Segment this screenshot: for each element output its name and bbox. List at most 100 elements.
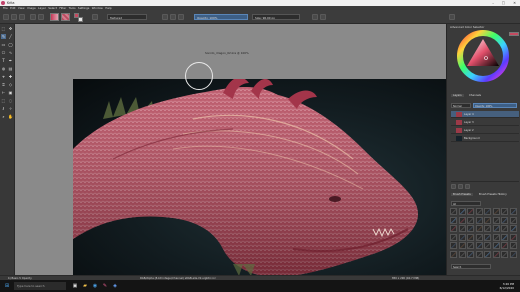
brush-preset-thumb[interactable] (467, 208, 474, 215)
brush-preset-thumb[interactable] (501, 251, 508, 258)
zoom-tool-icon[interactable]: ⌕ (1, 114, 6, 119)
maximize-button[interactable]: □ (502, 1, 505, 5)
ellipse-tool-icon[interactable]: ◯ (8, 42, 13, 47)
move-tool-icon[interactable]: ✥ (8, 26, 13, 31)
new-document-icon[interactable] (3, 14, 9, 20)
tab-brush-history[interactable]: Brush Presets History (477, 193, 509, 196)
brush-editor-icon[interactable] (92, 14, 98, 20)
bezier-tool-icon[interactable]: ∿ (8, 50, 13, 55)
crop-tool-icon[interactable]: ⌗ (1, 82, 6, 87)
brush-preset-thumb[interactable] (501, 216, 508, 224)
pan-tool-icon[interactable]: ✋ (8, 114, 13, 119)
rectangle-tool-icon[interactable]: ▭ (1, 42, 6, 47)
open-document-icon[interactable] (11, 14, 17, 20)
file-explorer-icon[interactable]: ▰ (82, 283, 88, 289)
brush-preset-thumb[interactable] (501, 208, 508, 215)
brush-preset-thumb[interactable] (509, 233, 517, 241)
brush-preset-thumb[interactable] (467, 216, 474, 224)
brush-preset-thumb[interactable] (475, 225, 483, 233)
eraser-mode-icon[interactable] (162, 14, 168, 20)
tab-channels[interactable]: Channels (467, 94, 483, 97)
freehand-select-icon[interactable]: ℓ (1, 106, 6, 111)
rect-select-icon[interactable]: ⬚ (1, 98, 6, 103)
line-tool-icon[interactable]: ╱ (8, 34, 13, 39)
brush-preset-thumb[interactable] (475, 242, 483, 250)
close-button[interactable]: ✕ (513, 1, 516, 5)
brush-preset-thumb[interactable] (484, 251, 491, 258)
brush-preset-thumb[interactable] (450, 251, 457, 258)
workspace-chooser-icon[interactable] (449, 14, 455, 20)
redo-icon[interactable] (38, 14, 44, 20)
brush-preset-thumb[interactable] (450, 208, 457, 215)
brush-preset-thumb[interactable] (509, 242, 517, 250)
brush-preset-thumb[interactable] (467, 242, 474, 250)
calligraphy-tool-icon[interactable]: ✒ (8, 58, 13, 63)
gradient-tool-icon[interactable]: ▤ (8, 66, 13, 71)
background-color-swatch[interactable] (78, 17, 83, 22)
brush-preset-thumb[interactable] (475, 251, 483, 258)
windows-start-icon[interactable]: ⊞ (4, 283, 10, 289)
brush-preset-thumb[interactable] (492, 242, 500, 250)
ellipse-select-icon[interactable]: ◌ (8, 98, 13, 103)
brush-tag-select[interactable]: All (451, 201, 481, 206)
layer-item[interactable]: Layer 3 (451, 119, 519, 126)
minimize-button[interactable]: – (492, 1, 494, 5)
brush-preset-thumb[interactable] (492, 208, 500, 215)
brush-preset-thumb[interactable] (509, 208, 517, 215)
canvas-area[interactable]: Sonido_dragon_02.kra @ 100% (15, 24, 447, 290)
brush-preset-thumb[interactable] (475, 233, 483, 241)
size-slider[interactable]: Size: 96.00 px (252, 14, 300, 20)
brush-preset-thumb[interactable] (484, 208, 491, 215)
undo-icon[interactable] (30, 14, 36, 20)
color-wheel[interactable] (457, 30, 509, 82)
brush-preset-thumb[interactable] (484, 225, 491, 233)
brush-preset-thumb[interactable] (458, 242, 466, 250)
brush-preset-thumb[interactable] (475, 216, 483, 224)
delete-layer-button[interactable] (465, 184, 470, 189)
layer-item[interactable]: Layer 2 (451, 127, 519, 134)
reference-tool-icon[interactable]: ▣ (8, 90, 13, 95)
brush-preset-thumb[interactable] (501, 242, 508, 250)
brush-preset-thumb[interactable] (492, 216, 500, 224)
task-view-icon[interactable]: ▣ (72, 283, 78, 289)
brush-preset-thumb[interactable] (450, 242, 457, 250)
brush-preset-thumb[interactable] (450, 233, 457, 241)
gradient-swatch[interactable] (50, 13, 59, 21)
layer-item[interactable]: Background (451, 135, 519, 142)
measure-tool-icon[interactable]: ⊢ (1, 90, 6, 95)
brush-preset-thumb[interactable] (509, 251, 517, 258)
duplicate-layer-button[interactable] (458, 184, 463, 189)
brush-preset-thumb[interactable] (467, 225, 474, 233)
fill-tool-icon[interactable]: ◍ (1, 66, 6, 71)
assistant-tool-icon[interactable]: ◇ (8, 82, 13, 87)
pattern-swatch[interactable] (61, 13, 70, 21)
brush-preset-thumb[interactable] (501, 225, 508, 233)
krita-taskbar-icon[interactable]: ✎ (102, 283, 108, 289)
brush-preset-thumb[interactable] (458, 216, 466, 224)
brush-preset-thumb[interactable] (509, 225, 517, 233)
smart-patch-icon[interactable]: ✚ (8, 74, 13, 79)
current-color-swatch[interactable] (509, 32, 519, 36)
layer-item[interactable]: Layer 4 (451, 111, 519, 118)
magic-wand-icon[interactable]: ✧ (8, 106, 13, 111)
store-icon[interactable]: ◈ (112, 283, 118, 289)
brush-preset-thumb[interactable] (492, 251, 500, 258)
brush-preset-thumb[interactable] (484, 216, 491, 224)
tab-brush-presets[interactable]: Brush Presets (451, 193, 473, 196)
brush-preset-thumb[interactable] (501, 233, 508, 241)
browser-icon[interactable]: ◉ (92, 283, 98, 289)
brush-preset-thumb[interactable] (450, 216, 457, 224)
brush-preset-thumb[interactable] (467, 251, 474, 258)
drawing-canvas[interactable] (73, 79, 447, 290)
brush-preset-thumb[interactable] (458, 208, 466, 215)
brush-preset-thumb[interactable] (484, 242, 491, 250)
transform-tool-icon[interactable]: ⬚ (1, 26, 6, 31)
preserve-alpha-icon[interactable] (170, 14, 176, 20)
brush-search-input[interactable]: Search (451, 264, 491, 269)
polygon-tool-icon[interactable]: ⬠ (1, 50, 6, 55)
color-picker-icon[interactable]: ⌖ (1, 74, 6, 79)
brush-preset-thumb[interactable] (458, 225, 466, 233)
reload-preset-icon[interactable] (178, 14, 184, 20)
brush-preset-thumb[interactable] (509, 216, 517, 224)
tab-layers[interactable]: Layers (451, 94, 464, 97)
